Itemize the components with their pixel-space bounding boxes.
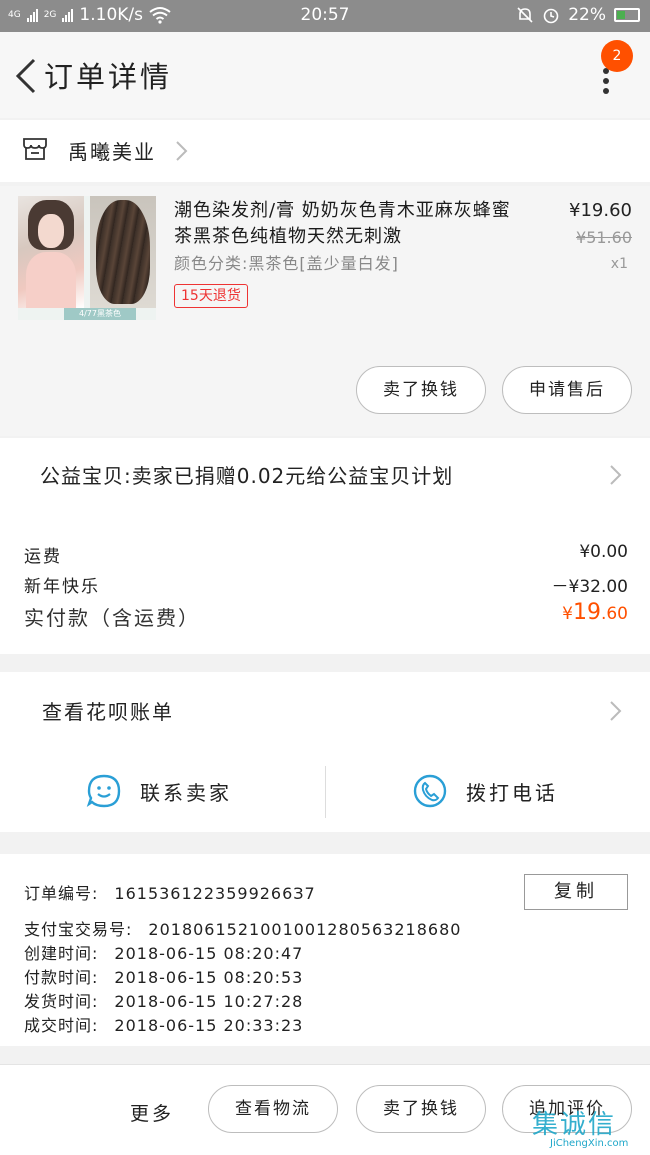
completed-time-row: 成交时间: 2018-06-15 20:33:23 [24,1012,303,1036]
return-policy-tag: 15天退货 [174,284,248,308]
chat-bubble-icon [86,774,121,808]
total-value: ¥19.60 [562,600,628,625]
discount-value: －¥32.00 [551,577,628,597]
total-decimal: .60 [600,604,628,624]
nav-bar: 订单详情 2 [0,32,650,118]
product-thumbnail[interactable]: 4/77黑茶色 [18,196,156,320]
shipping-value: ¥0.00 [579,542,628,562]
order-info: 订单编号: 1615361223599266З7 复制 支付宝交易号: 201806… [0,854,650,1046]
discount-label: 新年快乐 [24,577,100,597]
total-currency: ¥ [562,604,573,624]
call-phone-button[interactable]: 拨打电话 [412,766,558,816]
copy-button[interactable]: 复制 [524,874,628,910]
store-row[interactable]: 禹曦美业 [0,120,650,182]
shipped-time-label: 发货时间: [24,992,99,1011]
order-number-value: 1615361223599266З7 [114,884,316,903]
sell-button[interactable]: 卖了换钱 [356,366,486,414]
more-vertical-icon[interactable] [596,68,616,98]
chevron-right-icon [608,700,622,722]
alipay-number-row: 支付宝交易号: 2018061521001001280563218680 [24,916,461,940]
more-button[interactable]: 更多 [130,1099,174,1126]
completed-time-label: 成交时间: [24,1016,99,1035]
charity-text[interactable]: 公益宝贝:卖家已捐赠0.02元给公益宝贝计划 [40,460,453,489]
page-title: 订单详情 [44,60,173,94]
alipay-number-value: 2018061521001001280563218680 [148,920,462,939]
view-bill-link[interactable]: 查看花呗账单 [42,696,174,725]
after-sale-button[interactable]: 申请售后 [502,366,632,414]
chevron-right-icon [608,464,622,486]
created-time-value: 2018-06-15 08:20:47 [114,944,304,963]
contact-seller-button[interactable]: 联系卖家 [86,766,232,816]
contact-seller-label: 联系卖家 [140,780,232,805]
created-time-label: 创建时间: [24,944,99,963]
product-sku: 颜色分类:黑茶色[盖少量白发] [174,254,399,273]
payment-summary: 公益宝贝:卖家已捐赠0.02元给公益宝贝计划 运费 ¥0.00 新年快乐 －¥3… [0,438,650,654]
completed-time-value: 2018-06-15 20:33:23 [114,1016,304,1035]
store-icon [23,138,47,160]
total-integer: 19 [572,600,601,625]
paid-time-label: 付款时间: [24,968,99,987]
order-number-row: 订单编号: 1615361223599266З7 [24,880,316,904]
contact-section: 查看花呗账单 联系卖家 拨打电话 [0,672,650,832]
store-name: 禹曦美业 [68,140,156,164]
watermark-en: JiChengXin.com [550,1138,629,1149]
product-title[interactable]: 潮色染发剂/膏 奶奶灰色青木亚麻灰蜂蜜茶黑茶色纯植物天然无刺激 [174,198,524,250]
total-label: 实付款（含运费） [24,606,200,630]
status-right: 22% [516,5,640,25]
battery-percent: 22% [568,5,606,25]
paid-time-row: 付款时间: 2018-06-15 08:20:53 [24,964,303,988]
shipped-time-row: 发货时间: 2018-06-15 10:27:28 [24,988,303,1012]
chevron-left-icon[interactable] [14,58,38,94]
mute-icon [517,7,533,23]
status-bar: 4G 2G 1.10K/s 20:57 22% [0,0,650,32]
divider [325,766,326,818]
chevron-right-icon [174,140,188,162]
order-item[interactable]: 4/77黑茶色 潮色染发剂/膏 奶奶灰色青木亚麻灰蜂蜜茶黑茶色纯植物天然无刺激 … [0,186,650,436]
created-time-row: 创建时间: 2018-06-15 08:20:47 [24,940,303,964]
alarm-icon [543,8,559,24]
call-phone-label: 拨打电话 [466,780,558,805]
view-logistics-button[interactable]: 查看物流 [208,1085,338,1133]
battery-icon [614,8,640,22]
item-quantity: x1 [610,256,628,272]
watermark-cn: 集诚信 [532,1110,617,1140]
notification-badge: 2 [601,40,633,72]
alipay-number-label: 支付宝交易号: [24,920,133,939]
thumbnail-caption: 4/77黑茶色 [64,308,136,320]
item-original-price: ¥51.60 [576,228,632,247]
item-price: ¥19.60 [569,200,632,221]
phone-icon [413,774,447,808]
order-number-label: 订单编号: [24,884,99,903]
sell-for-cash-button[interactable]: 卖了换钱 [356,1085,486,1133]
paid-time-value: 2018-06-15 08:20:53 [114,968,304,987]
shipped-time-value: 2018-06-15 10:27:28 [114,992,304,1011]
watermark-logo: 集诚信 JiChengXin.com [532,1102,650,1155]
shipping-label: 运费 [24,547,62,567]
